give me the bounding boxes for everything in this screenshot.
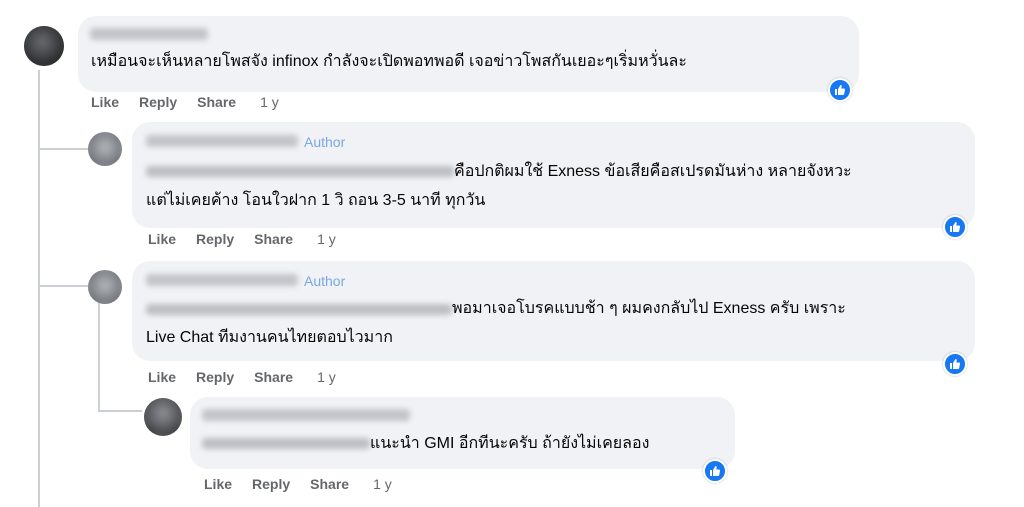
comment-bubble: Author พอมาเจอโบรคแบบช้า ๆ ผมคงกลับไป Ex… bbox=[132, 261, 975, 361]
reply-button[interactable]: Reply bbox=[139, 94, 177, 110]
timestamp[interactable]: 1 y bbox=[317, 369, 336, 385]
avatar[interactable] bbox=[144, 398, 182, 436]
author-name[interactable] bbox=[146, 135, 298, 147]
comment-actions: Like Reply Share 1 y bbox=[148, 369, 356, 385]
like-thumb-icon bbox=[835, 85, 846, 95]
like-reaction-icon[interactable] bbox=[828, 78, 852, 102]
comment-bubble: เหมือนจะเห็นหลายโพสจัง infinox กำลังจะเป… bbox=[78, 16, 859, 92]
author-subtitle bbox=[202, 438, 370, 449]
comment-text-line-2: แต่ไม่เคยค้าง โอนใวฝาก 1 วิ ถอน 3-5 นาที… bbox=[146, 192, 486, 209]
thread-line-branch-1 bbox=[38, 148, 90, 150]
author-name[interactable] bbox=[146, 274, 298, 286]
thread-line-sub bbox=[98, 300, 100, 412]
comment-actions: Like Reply Share 1 y bbox=[204, 476, 412, 492]
comment-text-line-1: พอมาเจอโบรคแบบช้า ๆ ผมคงกลับไป Exness คร… bbox=[452, 300, 846, 317]
author-name[interactable] bbox=[90, 28, 208, 40]
author-subtitle bbox=[146, 304, 452, 315]
like-thumb-icon bbox=[950, 359, 961, 369]
like-reaction-icon[interactable] bbox=[943, 352, 967, 376]
author-badge: Author bbox=[304, 134, 346, 150]
share-button[interactable]: Share bbox=[254, 369, 293, 385]
author-badge: Author bbox=[304, 273, 346, 289]
reply-button[interactable]: Reply bbox=[196, 231, 234, 247]
comment-bubble: แนะนำ GMI อีกทีนะครับ ถ้ายังไม่เคยลอง bbox=[190, 397, 735, 469]
thread-line-branch-2 bbox=[38, 285, 90, 287]
comment-actions: Like Reply Share 1 y bbox=[148, 231, 356, 247]
like-reaction-icon[interactable] bbox=[703, 459, 727, 483]
comment-text: แนะนำ GMI อีกทีนะครับ ถ้ายังไม่เคยลอง bbox=[370, 435, 650, 452]
comment-bubble: Author คือปกติผมใช้ Exness ข้อเสียคือสเป… bbox=[132, 122, 975, 228]
like-reaction-icon[interactable] bbox=[943, 215, 967, 239]
thread-line-sub-branch bbox=[98, 410, 142, 412]
avatar[interactable] bbox=[88, 270, 122, 304]
like-button[interactable]: Like bbox=[148, 231, 176, 247]
timestamp[interactable]: 1 y bbox=[317, 231, 336, 247]
comment-text-line-2: Live Chat ทีมงานคนไทยตอบไวมาก bbox=[146, 329, 393, 346]
like-button[interactable]: Like bbox=[148, 369, 176, 385]
like-button[interactable]: Like bbox=[204, 476, 232, 492]
comment-text: เหมือนจะเห็นหลายโพสจัง infinox กำลังจะเป… bbox=[91, 53, 687, 70]
timestamp[interactable]: 1 y bbox=[373, 476, 392, 492]
thread-line-main bbox=[38, 70, 40, 507]
like-thumb-icon bbox=[710, 466, 721, 476]
author-subtitle bbox=[146, 166, 454, 177]
timestamp[interactable]: 1 y bbox=[260, 94, 279, 110]
avatar[interactable] bbox=[88, 132, 122, 166]
like-button[interactable]: Like bbox=[91, 94, 119, 110]
author-name[interactable] bbox=[202, 409, 410, 421]
avatar[interactable] bbox=[24, 26, 64, 66]
share-button[interactable]: Share bbox=[310, 476, 349, 492]
share-button[interactable]: Share bbox=[197, 94, 236, 110]
comment-text-line-1: คือปกติผมใช้ Exness ข้อเสียคือสเปรดมันห่… bbox=[454, 163, 852, 180]
reply-button[interactable]: Reply bbox=[252, 476, 290, 492]
like-thumb-icon bbox=[950, 222, 961, 232]
share-button[interactable]: Share bbox=[254, 231, 293, 247]
comment-actions: Like Reply Share 1 y bbox=[91, 94, 299, 110]
reply-button[interactable]: Reply bbox=[196, 369, 234, 385]
